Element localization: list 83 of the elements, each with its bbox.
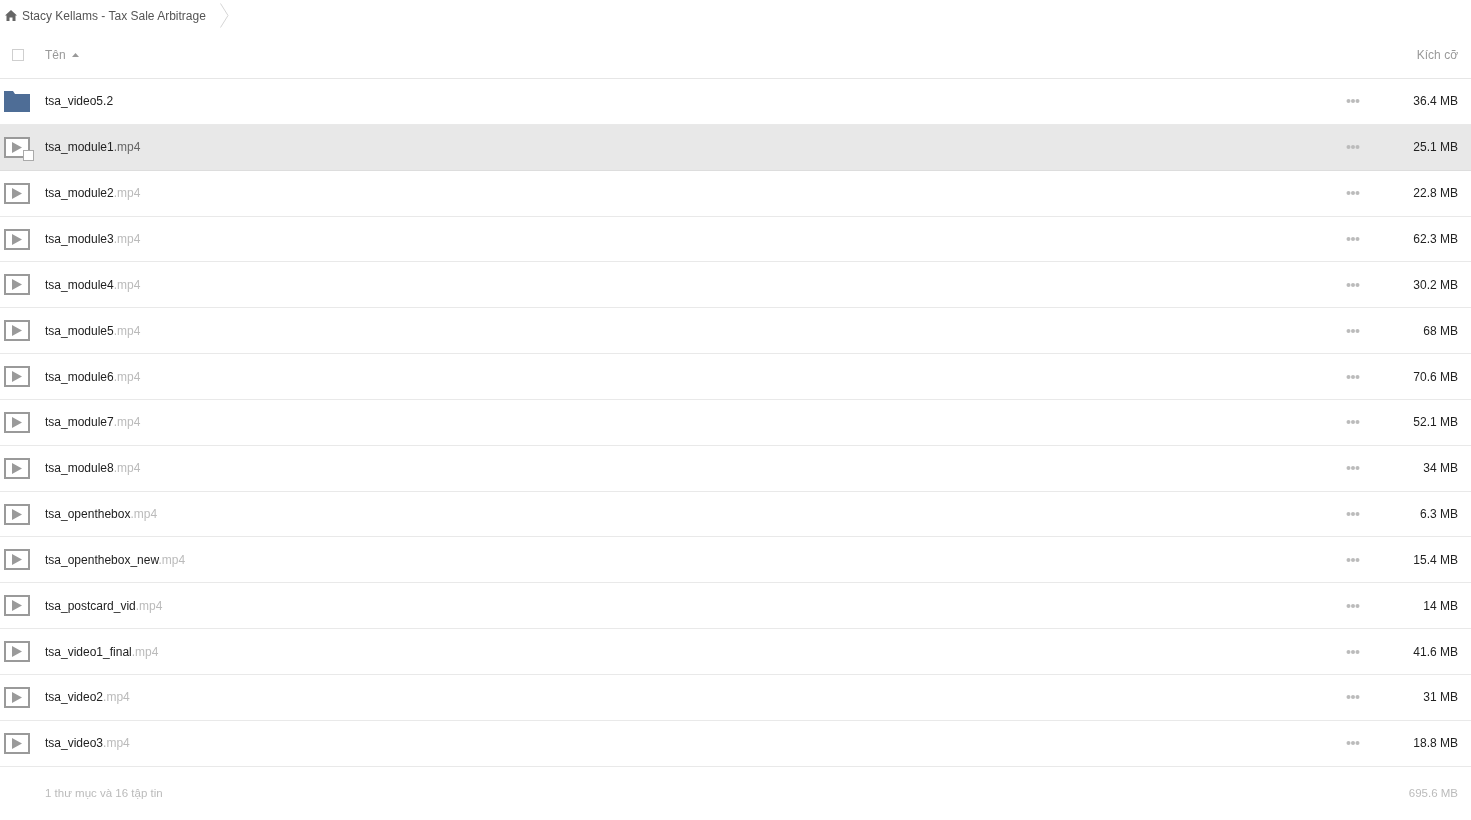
video-file-icon	[4, 641, 30, 663]
file-name[interactable]: tsa_module1.mp4	[45, 140, 141, 155]
file-size: 25.1 MB	[1412, 140, 1458, 155]
file-size: 36.4 MB	[1412, 94, 1458, 109]
file-name[interactable]: tsa_video2.mp4	[45, 690, 130, 705]
file-name[interactable]: tsa_module6.mp4	[45, 369, 141, 384]
file-name[interactable]: tsa_video5.2	[45, 94, 114, 109]
file-name[interactable]: tsa_module2.mp4	[45, 186, 141, 201]
file-size: 15.4 MB	[1412, 552, 1458, 567]
more-options-button[interactable]	[1346, 190, 1360, 197]
row-checkbox[interactable]	[23, 149, 34, 161]
file-size: 34 MB	[1422, 461, 1458, 476]
file-name[interactable]: tsa_module7.mp4	[45, 415, 141, 430]
video-file-icon	[4, 274, 30, 296]
more-options-icon	[1346, 144, 1360, 151]
more-options-icon	[1346, 511, 1360, 518]
more-options-icon	[1346, 740, 1360, 747]
more-options-button[interactable]	[1346, 556, 1360, 563]
total-size: 695.6 MB	[1408, 787, 1458, 800]
more-options-button[interactable]	[1346, 602, 1360, 609]
video-file-icon	[4, 320, 30, 342]
more-options-icon	[1346, 373, 1360, 380]
file-size: 62.3 MB	[1412, 232, 1458, 246]
more-options-button[interactable]	[1346, 98, 1360, 105]
more-options-icon	[1346, 281, 1360, 288]
more-options-button[interactable]	[1346, 740, 1360, 747]
more-options-button[interactable]	[1346, 694, 1360, 701]
more-options-icon	[1346, 556, 1360, 563]
file-size: 70.6 MB	[1412, 369, 1458, 384]
home-icon[interactable]	[5, 10, 17, 22]
file-name[interactable]: tsa_openthebox_new.mp4	[45, 552, 186, 567]
video-file-icon	[4, 411, 30, 433]
video-file-icon	[4, 732, 30, 754]
more-options-button[interactable]	[1346, 648, 1360, 655]
more-options-icon	[1346, 98, 1360, 105]
more-options-button[interactable]	[1346, 373, 1360, 380]
file-name[interactable]: tsa_video1_final.mp4	[45, 644, 159, 659]
video-file-icon	[4, 503, 30, 525]
video-file-icon	[4, 228, 30, 250]
file-name[interactable]: tsa_module4.mp4	[45, 277, 141, 292]
more-options-button[interactable]	[1346, 511, 1360, 518]
more-options-icon	[1346, 694, 1360, 701]
file-name[interactable]: tsa_module3.mp4	[45, 232, 141, 246]
more-options-button[interactable]	[1346, 144, 1360, 151]
more-options-button[interactable]	[1346, 327, 1360, 334]
more-options-button[interactable]	[1346, 236, 1360, 242]
more-options-icon	[1346, 465, 1360, 472]
video-file-icon	[4, 549, 30, 571]
video-file-icon	[4, 136, 30, 158]
item-count-summary: 1 thư mục và 16 tập tin	[45, 787, 163, 800]
more-options-icon	[1346, 327, 1360, 334]
chevron-right-icon	[219, 3, 229, 29]
more-options-icon	[1346, 602, 1360, 609]
video-file-icon	[4, 595, 30, 617]
file-row[interactable]: tsa_module1.mp4 25.1 MB	[0, 124, 1471, 171]
folder-icon	[4, 90, 30, 112]
more-options-icon	[1346, 648, 1360, 655]
file-name[interactable]: tsa_openthebox.mp4	[45, 507, 158, 522]
file-size: 52.1 MB	[1412, 415, 1458, 430]
file-size: 68 MB	[1422, 323, 1458, 338]
video-file-icon	[4, 366, 30, 388]
more-options-button[interactable]	[1346, 419, 1360, 426]
file-size: 18.8 MB	[1412, 736, 1458, 751]
file-name[interactable]: tsa_video3.mp4	[45, 736, 130, 751]
file-name[interactable]: tsa_module5.mp4	[45, 323, 141, 338]
more-options-button[interactable]	[1346, 465, 1360, 472]
file-size: 31 MB	[1422, 690, 1458, 705]
breadcrumb-link[interactable]: Stacy Kellams - Tax Sale Arbitrage	[22, 8, 206, 23]
file-size: 22.8 MB	[1412, 186, 1458, 201]
file-name[interactable]: tsa_module8.mp4	[45, 461, 141, 476]
more-options-button[interactable]	[1346, 281, 1360, 288]
file-size: 30.2 MB	[1412, 277, 1458, 292]
video-file-icon	[4, 457, 30, 479]
more-options-icon	[1346, 190, 1360, 197]
more-options-icon	[1346, 236, 1360, 242]
file-size: 41.6 MB	[1412, 644, 1458, 659]
select-all-checkbox[interactable]	[12, 48, 24, 61]
file-name[interactable]: tsa_postcard_vid.mp4	[45, 598, 163, 613]
video-file-icon	[4, 182, 30, 204]
file-size: 14 MB	[1422, 598, 1458, 613]
more-options-icon	[1346, 419, 1360, 426]
file-size: 6.3 MB	[1419, 507, 1458, 522]
video-file-icon	[4, 686, 30, 708]
